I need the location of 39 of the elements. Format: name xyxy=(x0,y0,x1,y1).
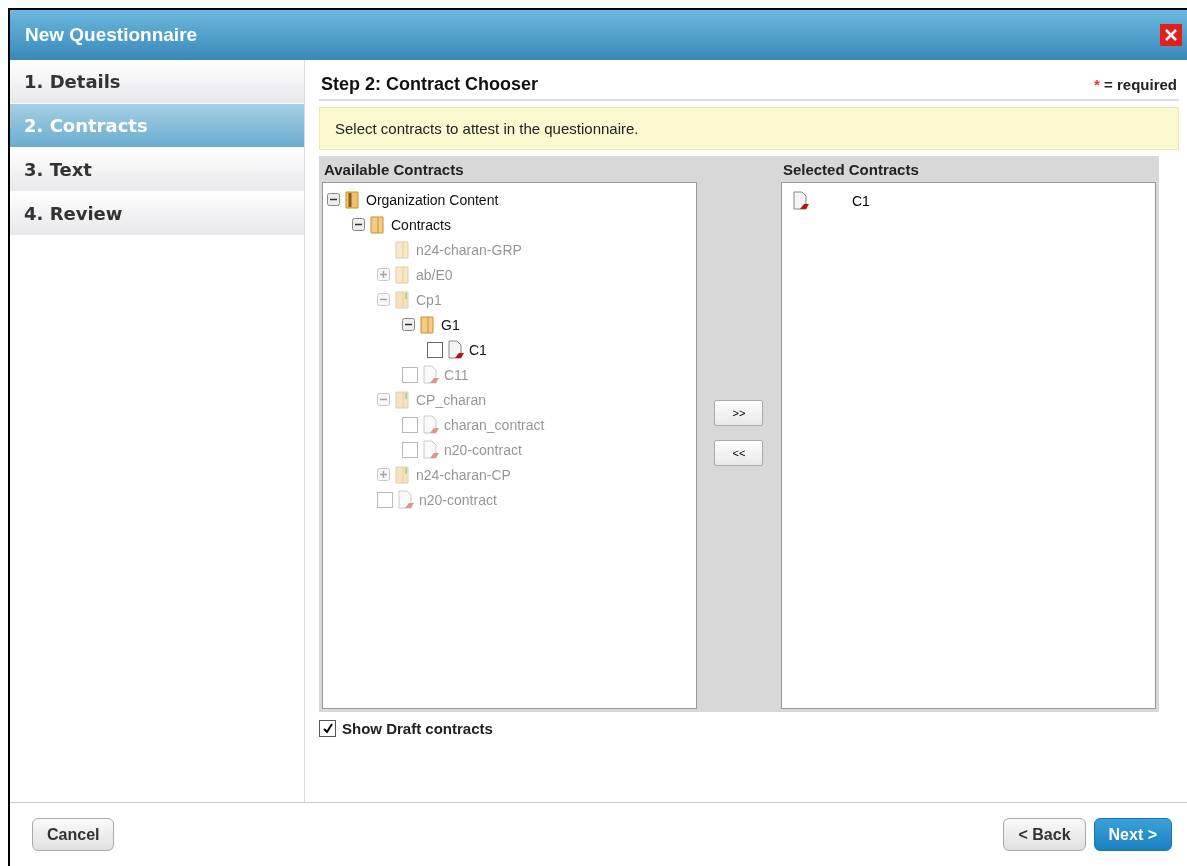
folder-icon xyxy=(369,214,387,235)
document-icon xyxy=(422,364,440,385)
required-mark: * xyxy=(1094,76,1100,93)
document-icon xyxy=(422,414,440,435)
tree-item[interactable]: C1 xyxy=(469,341,487,358)
checkbox-label: Show Draft contracts xyxy=(342,720,493,737)
window-title: New Questionnaire xyxy=(25,24,198,46)
expand-icon[interactable] xyxy=(377,468,390,481)
hint-banner: Select contracts to attest in the questionnaire. xyxy=(319,107,1179,150)
document-icon xyxy=(422,439,440,460)
collapse-icon[interactable] xyxy=(327,193,340,206)
back-button[interactable]: < Back xyxy=(1003,818,1086,851)
panel-title: Selected Contracts xyxy=(781,160,920,180)
document-icon xyxy=(397,489,415,510)
tree-item[interactable]: G1 xyxy=(441,316,460,333)
required-legend: = required xyxy=(1104,76,1177,93)
folder-icon xyxy=(419,314,437,335)
close-icon[interactable] xyxy=(1160,24,1182,46)
expand-icon[interactable] xyxy=(377,268,390,281)
folder-icon xyxy=(394,239,412,260)
move-button[interactable]: << xyxy=(714,439,764,466)
collapse-icon[interactable] xyxy=(402,318,415,331)
folder-icon xyxy=(394,464,412,485)
folder-icon xyxy=(394,389,412,410)
panel-title: Available Contracts xyxy=(323,160,465,180)
step-heading: Step 2: Contract Chooser xyxy=(321,74,539,95)
folder-icon xyxy=(344,189,362,210)
cancel-button[interactable]: Cancel xyxy=(32,818,115,851)
tree-item[interactable]: Organization Content xyxy=(366,191,499,208)
move-button[interactable]: >> xyxy=(714,399,764,426)
selected-item[interactable]: C1 xyxy=(851,193,870,209)
checkbox[interactable] xyxy=(427,341,443,358)
folder-icon xyxy=(394,264,412,285)
collapse-icon[interactable] xyxy=(352,218,365,231)
checkbox[interactable] xyxy=(319,720,336,737)
tree-item[interactable]: Contracts xyxy=(391,216,451,233)
folder-icon xyxy=(394,289,412,310)
document-icon xyxy=(447,339,465,360)
document-icon xyxy=(791,191,810,211)
